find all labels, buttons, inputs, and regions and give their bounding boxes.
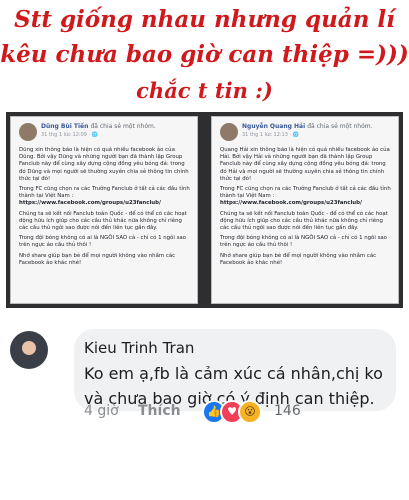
post-author[interactable]: Dũng Bùi Tiến đã chia sẻ một nhóm. <box>41 123 156 130</box>
post-author[interactable]: Nguyễn Quang Hải đã chia sẻ một nhóm. <box>242 123 373 130</box>
avatar[interactable] <box>10 331 48 369</box>
comment-time[interactable]: 4 giờ <box>84 403 119 419</box>
post-timestamp[interactable]: 31 thg 1 lúc 12:09 · 🌐 <box>41 132 98 138</box>
comment-author[interactable]: Kieu Trinh Tran <box>84 339 194 357</box>
caption: Stt giống nhau nhưng quản lí kêu chưa ba… <box>0 0 409 108</box>
post-timestamp[interactable]: 31 thg 1 lúc 12:13 · 🌐 <box>242 132 299 138</box>
like-button[interactable]: Thích <box>138 403 181 419</box>
post-body: Dũng xin thông báo là hiện có quá nhiều … <box>19 147 190 266</box>
reactions[interactable]: 👍 ♥ 😮 <box>202 398 272 424</box>
group-link[interactable]: https://www.facebook.com/groups/u23fancl… <box>220 200 362 206</box>
caption-line-2: kêu chưa bao giờ can thiệp =))) <box>0 41 409 68</box>
avatar[interactable] <box>19 123 37 141</box>
caption-line-1: Stt giống nhau nhưng quản lí <box>14 6 395 33</box>
caption-line-3: chắc t tin :) <box>136 78 273 103</box>
post-card: Dũng Bùi Tiến đã chia sẻ một nhóm. 31 th… <box>10 116 198 304</box>
post-card: Nguyễn Quang Hải đã chia sẻ một nhóm. 31… <box>211 116 399 304</box>
post-body: Quang Hải xin thông báo là hiện có quá n… <box>220 147 391 266</box>
avatar[interactable] <box>220 123 238 141</box>
wow-icon: 😮 <box>238 400 262 424</box>
group-link[interactable]: https://www.facebook.com/groups/u23fancl… <box>19 200 161 206</box>
reaction-count[interactable]: 146 <box>274 403 301 419</box>
shared-posts-screenshot: Dũng Bùi Tiến đã chia sẻ một nhóm. 31 th… <box>6 112 403 308</box>
